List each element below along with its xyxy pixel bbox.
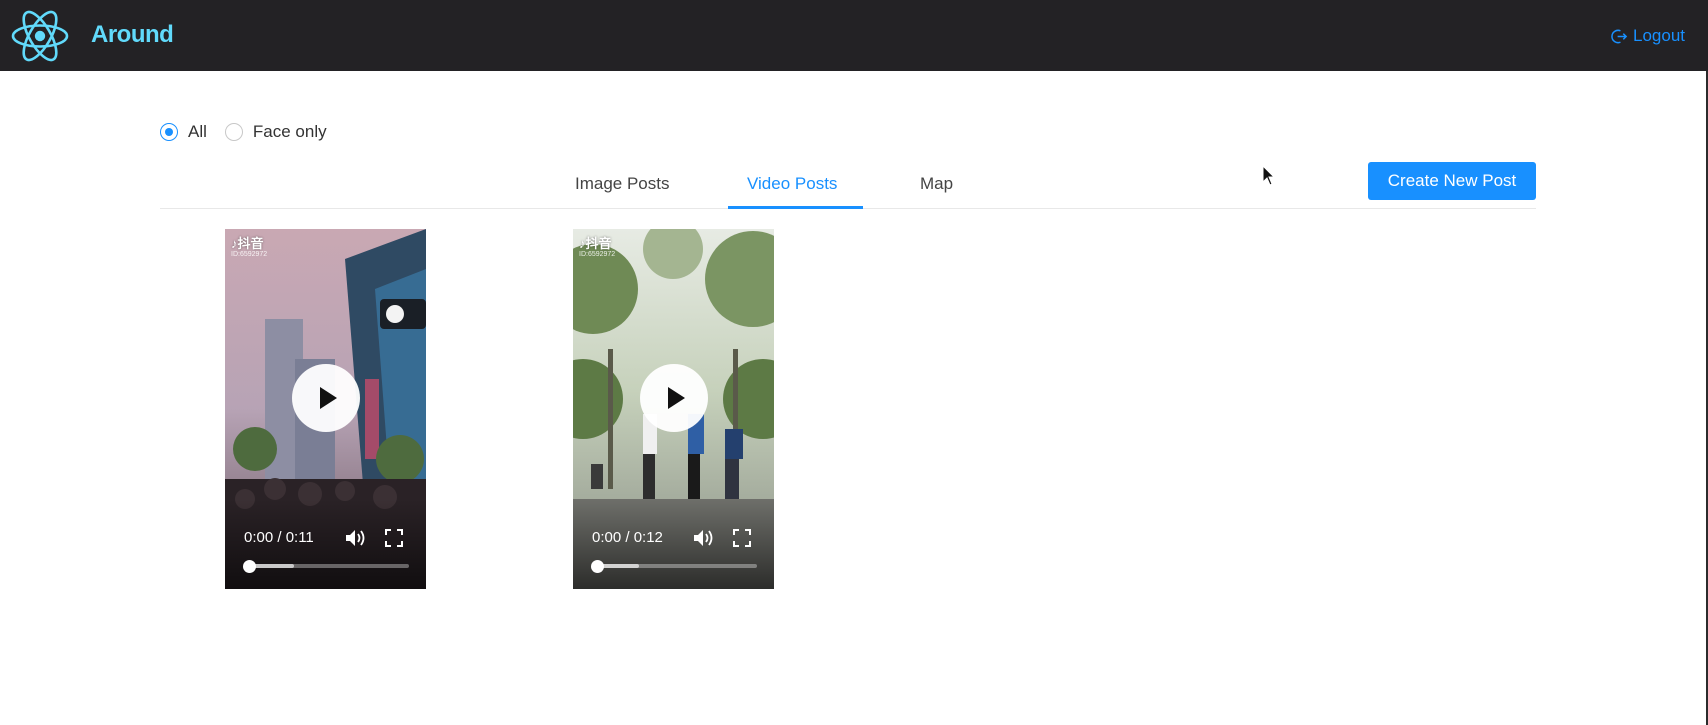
watermark-logo: ♪抖音 [579, 236, 612, 251]
volume-icon[interactable] [693, 528, 715, 548]
video-progress-thumb[interactable] [591, 560, 604, 573]
fullscreen-icon[interactable] [733, 529, 751, 547]
logout-label: Logout [1633, 26, 1685, 45]
video-progress-track[interactable] [597, 564, 757, 568]
logout-icon [1611, 29, 1628, 43]
active-tab-indicator [728, 206, 863, 209]
create-new-post-button[interactable]: Create New Post [1368, 162, 1536, 200]
video-time: 0:00 / 0:11 [244, 529, 314, 546]
radio-face-only-label: Face only [252, 122, 327, 141]
video-player-1[interactable]: ♪抖音 ID:6592972 0:00 / 0:11 [225, 229, 426, 589]
tab-video-posts[interactable]: Video Posts [747, 174, 837, 194]
video-progress-thumb[interactable] [243, 560, 256, 573]
mouse-cursor-icon [1262, 165, 1276, 186]
video-progress-track[interactable] [249, 564, 409, 568]
volume-icon[interactable] [345, 528, 367, 548]
app-header: Around Logout [0, 0, 1708, 71]
play-icon[interactable] [640, 364, 708, 432]
tab-map[interactable]: Map [920, 174, 953, 194]
react-atom-icon[interactable] [10, 6, 70, 66]
watermark-logo: ♪抖音 [231, 236, 264, 251]
play-icon[interactable] [292, 364, 360, 432]
page: Around Logout All Face only Image Posts … [0, 0, 1708, 725]
watermark-id: ID:6592972 [231, 251, 268, 258]
radio-face-only[interactable]: Face only [224, 122, 327, 142]
radio-all[interactable]: All [160, 122, 207, 142]
fullscreen-icon[interactable] [385, 529, 403, 547]
watermark-id: ID:6592972 [579, 251, 616, 258]
post-filter-radio-group: All Face only [160, 122, 327, 142]
video-time: 0:00 / 0:12 [592, 529, 663, 546]
app-title: Around [91, 21, 174, 48]
radio-face-only-circle[interactable] [224, 123, 243, 141]
radio-all-circle[interactable] [160, 123, 178, 141]
radio-all-label: All [188, 122, 207, 141]
tab-image-posts[interactable]: Image Posts [575, 174, 670, 194]
logout-link[interactable]: Logout [1611, 26, 1685, 46]
video-player-2[interactable]: ♪抖音 ID:6592972 0:00 / 0:12 [573, 229, 774, 589]
